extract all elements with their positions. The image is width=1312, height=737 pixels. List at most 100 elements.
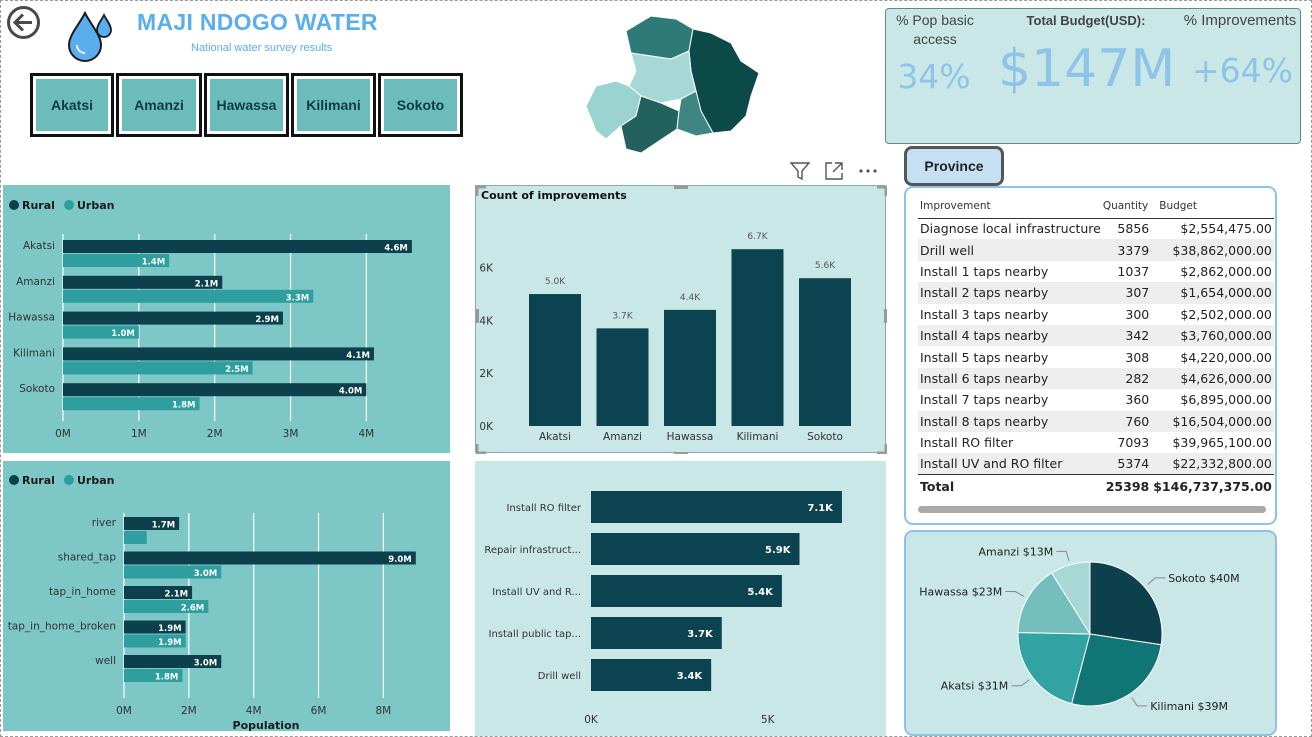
data-label: 2.6M	[181, 604, 205, 614]
legend-label: Urban	[77, 199, 115, 212]
category-label: river	[92, 517, 117, 529]
kpi-card: % Pop basic access 34% Total Budget(USD)…	[885, 8, 1301, 144]
cell-improvement: Install 5 taps nearby	[920, 349, 1049, 365]
bar-rural[interactable]	[63, 383, 367, 397]
category-label: Hawassa	[8, 312, 55, 324]
data-label: 2.1M	[165, 590, 189, 600]
resize-handle-corner[interactable]	[877, 444, 888, 455]
bar-rural[interactable]	[63, 311, 283, 325]
bar[interactable]	[591, 491, 842, 523]
resize-handle[interactable]	[476, 309, 479, 323]
more-options-icon[interactable]	[857, 160, 879, 182]
table-total-row[interactable]: Total 25398 $146,737,375.00	[918, 474, 1274, 499]
province-button-hawassa[interactable]: Hawassa	[204, 73, 289, 137]
y-tick-label: 4K	[479, 315, 494, 327]
bar[interactable]	[799, 278, 851, 426]
filter-icon[interactable]	[789, 160, 811, 182]
table-row[interactable]: Install UV and RO filter 5374 $22,332,800.…	[918, 453, 1274, 475]
pie-slice[interactable]	[1089, 561, 1163, 646]
population-by-province-chart: Rural Urban 0M 1M 2M 3M 4M Akatsi 4.6M 1.4M Amanzi…	[8, 199, 412, 440]
category-label: Install RO filter	[506, 503, 581, 514]
data-label: 3.0M	[194, 569, 218, 579]
legend-marker	[9, 200, 19, 210]
x-tick-label: 3M	[283, 428, 299, 440]
table-row[interactable]: Install RO filter 7093 $39,965,100.00	[918, 432, 1274, 453]
resize-handle[interactable]	[674, 186, 688, 189]
population-by-province-panel[interactable]: Rural Urban 0M 1M 2M 3M 4M Akatsi 4.6M 1.4M Amanzi…	[3, 185, 450, 453]
leader-line	[1131, 697, 1148, 707]
table-row[interactable]: Install 2 taps nearby 307 $1,654,000.00	[918, 282, 1274, 304]
pie-label: Amanzi $13M	[978, 545, 1053, 558]
x-tick-label: 2M	[181, 705, 197, 717]
bar[interactable]	[664, 309, 716, 426]
data-label: 3.7K	[612, 311, 633, 321]
category-label: Drill well	[538, 671, 581, 682]
category-label: Install UV and R...	[492, 587, 581, 598]
cell-improvement: Total	[918, 474, 1103, 499]
province-slicer-button[interactable]: Province	[904, 146, 1004, 186]
cell-budget: $3,760,000.00	[1151, 324, 1274, 347]
population-by-source-panel[interactable]: Rural Urban 0M 2M 4M 6M 8M Population river 1.7M s…	[3, 461, 450, 732]
data-label: 2.5M	[225, 365, 249, 375]
improvement-types-chart: 0K 5K Install RO filter 7.1K Repair infrastr…	[484, 491, 842, 726]
table-row[interactable]: Install 1 taps nearby 1037 $2,862,000.00	[918, 261, 1274, 282]
province-map[interactable]	[581, 11, 771, 156]
province-button-amanzi[interactable]: Amanzi	[116, 73, 202, 137]
back-button[interactable]	[7, 6, 40, 39]
budget-by-province-panel[interactable]: Sokoto $40M Kilimani $39M Akatsi $31M Hawas…	[904, 530, 1277, 736]
bar-rural[interactable]	[63, 347, 374, 361]
province-button-sokoto[interactable]: Sokoto	[378, 73, 463, 137]
count-improvements-panel[interactable]: Count of improvements 0K 2K 4K 6K 5.0K Akatsi 3…	[475, 185, 888, 455]
resize-handle-corner[interactable]	[877, 185, 888, 196]
x-tick-label: 0K	[584, 714, 599, 726]
cell-budget: $39,965,100.00	[1172, 435, 1272, 451]
pie-label: Kilimani $39M	[1150, 700, 1228, 713]
bar-rural[interactable]	[124, 551, 416, 565]
table-row[interactable]: Diagnose local infrastructure 5856 $2,554,…	[918, 218, 1274, 239]
x-tick-label: 0M	[55, 428, 71, 440]
bar[interactable]	[596, 328, 649, 426]
bar[interactable]	[529, 294, 581, 426]
bar[interactable]	[731, 249, 784, 426]
legend-label: Urban	[77, 474, 115, 487]
table-row[interactable]: Install 5 taps nearby 308 $4,220,000.00	[918, 346, 1274, 367]
bar-urban[interactable]	[124, 531, 147, 544]
province-button-akatsi[interactable]: Akatsi	[30, 73, 114, 137]
bar-rural[interactable]	[63, 240, 412, 253]
table-scrollbar[interactable]	[918, 506, 1266, 513]
cell-budget: $2,554,475.00	[1180, 221, 1272, 237]
data-label: 1.7M	[152, 521, 176, 531]
data-label: 4.1M	[346, 351, 370, 361]
cell-quantity: 342	[1102, 324, 1152, 347]
table-row[interactable]: Drill well 3379 $38,862,000.00	[918, 239, 1274, 261]
table-row[interactable]: Install 3 taps nearby 300 $2,502,000.00	[918, 304, 1274, 325]
table-row[interactable]: Install 4 taps nearby 342 $3,760,000.00	[918, 324, 1274, 347]
bar-urban[interactable]	[63, 289, 314, 303]
resize-handle-corner[interactable]	[475, 444, 486, 455]
improvements-value: +64%	[1192, 51, 1293, 90]
pop-basic-access-value: 34%	[897, 57, 971, 96]
column-header-budget[interactable]: Budget	[1151, 194, 1274, 219]
resize-handle[interactable]	[884, 309, 887, 323]
column-header-quantity[interactable]: Quantity	[1102, 194, 1152, 219]
improvement-types-panel[interactable]: 0K 5K Install RO filter 7.1K Repair infrastr…	[475, 461, 886, 736]
pop-basic-access-label: % Pop basic access	[896, 12, 974, 47]
category-label: Akatsi	[23, 240, 55, 252]
cell-improvement: Diagnose local infrastructure	[920, 221, 1101, 237]
table-row[interactable]: Install 6 taps nearby 282 $4,626,000.00	[918, 367, 1274, 390]
province-button-kilimani[interactable]: Kilimani	[291, 73, 376, 137]
cell-budget: $6,895,000.00	[1180, 392, 1272, 408]
resize-handle[interactable]	[674, 452, 688, 455]
population-by-source-chart: Rural Urban 0M 2M 4M 6M 8M Population river 1.7M s…	[8, 474, 416, 732]
table-row[interactable]: Install 7 taps nearby 360 $6,895,000.00	[918, 389, 1274, 410]
cell-budget: $16,504,000.00	[1151, 410, 1274, 432]
cell-quantity: 7093	[1117, 435, 1150, 451]
cell-improvement: Install 8 taps nearby	[918, 410, 1103, 432]
column-header-improvement[interactable]: Improvement	[918, 194, 1103, 219]
focus-mode-icon[interactable]	[823, 160, 845, 182]
report-canvas: MAJI NDOGO WATER National water survey r…	[0, 0, 1312, 737]
page-subtitle: National water survey results	[191, 42, 333, 54]
table-row[interactable]: Install 8 taps nearby 760 $16,504,000.00	[918, 410, 1274, 432]
data-label: 9.0M	[388, 555, 412, 565]
cell-budget: $38,862,000.00	[1151, 239, 1274, 261]
